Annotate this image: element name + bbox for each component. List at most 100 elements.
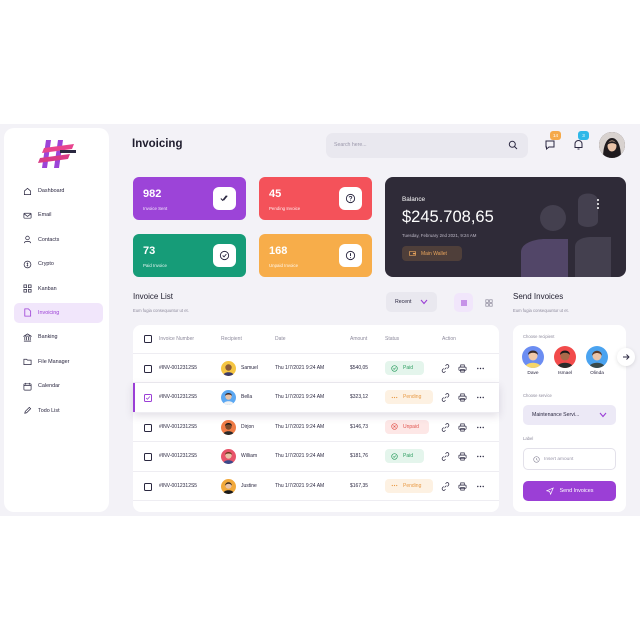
main-wallet-label: Main Wallet (421, 250, 447, 257)
check-circle-icon (213, 244, 236, 267)
sidebar-item-crypto[interactable]: Crypto (14, 254, 103, 274)
row-checkbox[interactable] (144, 453, 152, 462)
service-label: Choose service (523, 393, 552, 398)
sidebar-item-todo-list[interactable]: Todo List (14, 401, 103, 421)
status-text: Unpaid (403, 423, 419, 430)
stat-label: Paid Invoice (143, 263, 167, 268)
table-row[interactable]: #INV-0012312S5 Justine Thu 1/7/2021 9:24… (133, 472, 499, 501)
status-text: Paid (403, 453, 414, 460)
link-icon[interactable] (441, 481, 450, 491)
select-all-checkbox[interactable] (144, 335, 152, 343)
more-icon[interactable] (476, 423, 485, 432)
chevron-down-icon (420, 299, 428, 305)
recipient-option-dave[interactable]: Dave (521, 346, 545, 376)
invoice-amount: $146,73 (350, 423, 369, 430)
sort-dropdown[interactable]: Recent (386, 292, 437, 312)
more-vertical-icon[interactable] (595, 198, 601, 210)
sidebar-item-dashboard[interactable]: Dashboard (14, 181, 103, 201)
amount-input[interactable] (544, 454, 612, 465)
row-checkbox[interactable] (144, 365, 152, 373)
link-icon[interactable] (441, 393, 450, 403)
more-icon[interactable] (476, 482, 485, 491)
table-row[interactable]: #INV-0012312S5 William Thu 1/7/2021 9:24… (133, 442, 499, 472)
sidebar-item-label: Todo List (38, 407, 60, 414)
sidebar-item-label: Invoicing (38, 309, 60, 316)
search-icon[interactable] (508, 140, 518, 150)
column-header[interactable]: Invoice Number (159, 336, 194, 342)
messages-button[interactable]: 14 (544, 131, 561, 151)
sidebar-item-email[interactable]: Email (14, 205, 103, 225)
avatar-image (599, 132, 625, 158)
list-view-button[interactable] (454, 293, 473, 312)
stat-label: Unpaid Invoice (269, 263, 299, 268)
next-recipients-button[interactable] (617, 348, 635, 366)
invoice-amount: $181,76 (350, 453, 369, 460)
recipient-name: William (241, 453, 258, 460)
chevron-down-icon (599, 412, 607, 418)
status-badge: Pending (385, 478, 433, 493)
recipient-option-ismael[interactable]: Ismael (553, 346, 577, 376)
grid-view-button[interactable] (479, 293, 498, 312)
home-icon (23, 187, 32, 196)
link-icon[interactable] (441, 452, 450, 462)
company-logo[interactable] (38, 138, 78, 172)
column-header[interactable]: Action (442, 336, 456, 342)
dots-icon (391, 484, 398, 487)
user-avatar[interactable] (599, 132, 625, 158)
column-header[interactable]: Date (275, 336, 286, 342)
column-header[interactable]: Amount (350, 336, 367, 342)
more-icon[interactable] (476, 452, 485, 461)
invoice-date: Thu 1/7/2021 9:24 AM (275, 394, 325, 401)
more-icon[interactable] (476, 364, 485, 373)
print-icon[interactable] (458, 423, 467, 432)
table-row[interactable]: #INV-0012312S5 Samuel Thu 1/7/2021 9:24 … (133, 354, 499, 384)
stat-card-pending-invoice[interactable]: 45 Pending Invoice (259, 177, 372, 220)
sidebar-item-calendar[interactable]: Calendar (14, 376, 103, 396)
more-icon[interactable] (476, 393, 485, 402)
row-checkbox-checked[interactable] (144, 394, 152, 403)
sidebar-item-label: Calendar (38, 383, 60, 390)
stat-card-invoice-sent[interactable]: 982 Invoice Sent (133, 177, 246, 220)
status-text: Paid (403, 365, 414, 371)
notifications-button[interactable]: 3 (572, 131, 589, 150)
recipient-option-olinda[interactable]: Olinda (585, 346, 609, 376)
link-icon[interactable] (441, 422, 450, 432)
link-icon[interactable] (441, 364, 450, 373)
status-badge: Paid (385, 449, 424, 464)
invoice-number: #INV-0012312S5 (159, 394, 198, 401)
sidebar-item-file-manager[interactable]: File Manager (14, 352, 103, 372)
service-select[interactable]: Maintenance Servi... (523, 405, 616, 425)
search-input[interactable] (334, 138, 494, 152)
column-header[interactable]: Status (385, 336, 399, 342)
print-icon[interactable] (458, 482, 467, 491)
main-wallet-button[interactable]: Main Wallet (402, 246, 462, 261)
print-icon[interactable] (458, 452, 467, 461)
row-checkbox[interactable] (144, 482, 152, 491)
sidebar-item-banking[interactable]: Banking (14, 327, 103, 347)
print-icon[interactable] (458, 393, 467, 402)
sidebar-item-label: Kanban (38, 285, 57, 292)
send-invoices-button[interactable]: Send Invoices (523, 481, 616, 501)
stat-value: 168 (269, 245, 288, 257)
sidebar-item-contacts[interactable]: Contacts (14, 230, 103, 250)
row-checkbox[interactable] (144, 423, 152, 432)
stat-card-unpaid-invoice[interactable]: 168 Unpaid Invoice (259, 234, 372, 277)
sidebar-item-invoicing[interactable]: Invoicing (14, 302, 103, 323)
print-icon[interactable] (458, 364, 467, 373)
recipient-name: Bella (241, 394, 253, 401)
bank-icon (23, 333, 32, 342)
send-invoices-title: Send Invoices (513, 292, 564, 301)
invoice-amount: $323,12 (350, 394, 369, 401)
invoice-amount: $167,35 (350, 482, 369, 489)
stat-card-paid-invoice[interactable]: 73 Paid Invoice (133, 234, 246, 277)
send-icon (545, 487, 554, 495)
grid-icon (484, 298, 493, 307)
stat-label: Invoice Sent (143, 206, 168, 211)
recipient-avatar (221, 419, 236, 435)
table-row-selected[interactable]: #INV-0012312S5 Bella Thu 1/7/2021 9:24 A… (133, 383, 499, 413)
column-header[interactable]: Recipient (221, 336, 242, 342)
table-row[interactable]: #INV-0012312S5 Dirjon Thu 1/7/2021 9:24 … (133, 413, 499, 443)
app-window: Dashboard Email Contacts Crypto Kanban I… (0, 124, 640, 516)
sidebar-item-kanban[interactable]: Kanban (14, 279, 103, 299)
invoice-number: #INV-0012312S5 (159, 482, 198, 489)
